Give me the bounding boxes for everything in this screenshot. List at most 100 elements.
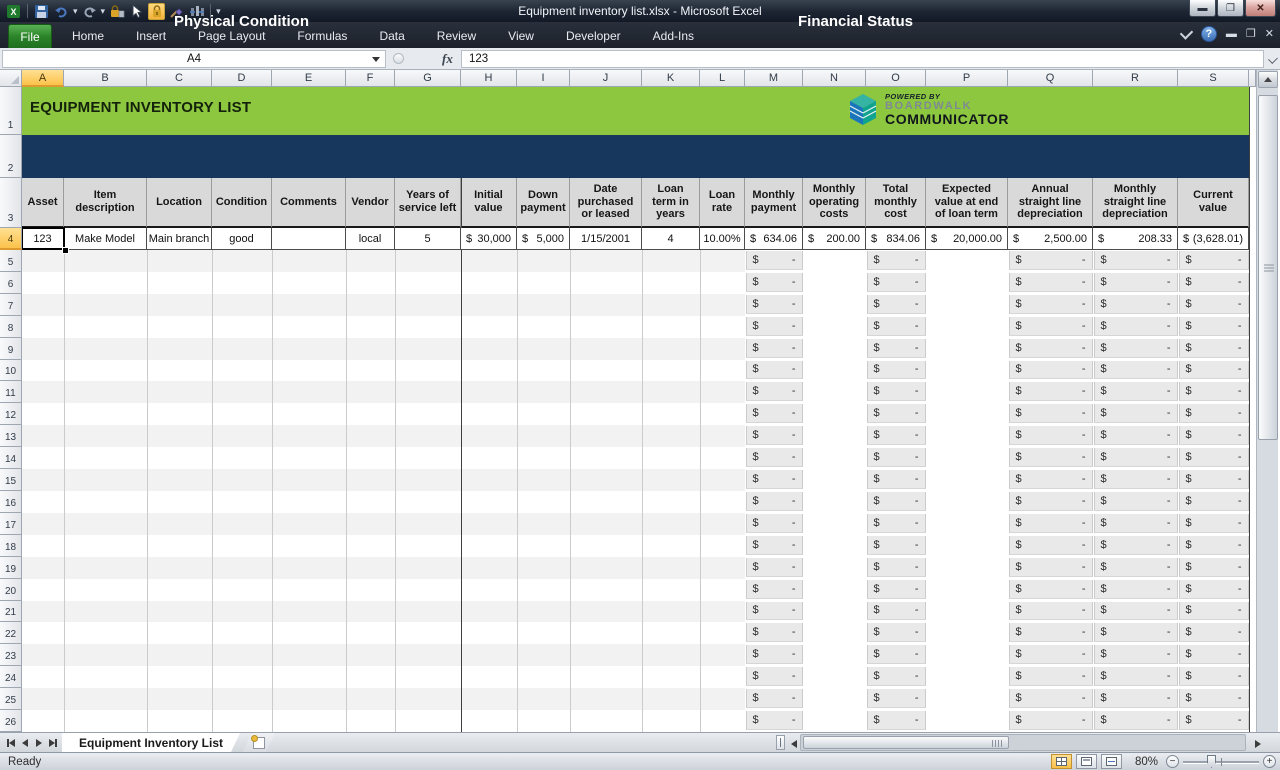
row-header-18[interactable]: 18 [0, 535, 22, 557]
cell-S5[interactable]: $- [1179, 251, 1249, 270]
cell-Q8[interactable]: $- [1009, 317, 1093, 336]
cell-M25[interactable]: $- [746, 689, 803, 708]
cell-S21[interactable]: $- [1179, 602, 1249, 621]
header-cell-H3[interactable]: Initial value [461, 178, 517, 228]
row-header-7[interactable]: 7 [0, 294, 22, 316]
cell-Q6[interactable]: $- [1009, 273, 1093, 292]
cell-M21[interactable]: $- [746, 602, 803, 621]
cell-M11[interactable]: $- [746, 382, 803, 401]
section-physical-condition[interactable]: Physical Condition [22, 0, 461, 43]
cell-Q24[interactable]: $- [1009, 667, 1093, 686]
header-cell-C3[interactable]: Location [147, 178, 212, 228]
cell-R8[interactable]: $- [1094, 317, 1178, 336]
row-header-16[interactable]: 16 [0, 491, 22, 513]
cell-O4[interactable]: $834.06 [866, 228, 926, 250]
row-header-21[interactable]: 21 [0, 601, 22, 623]
column-header-R[interactable]: R [1093, 70, 1178, 87]
cell-R26[interactable]: $- [1094, 711, 1178, 730]
cell-O10[interactable]: $- [867, 361, 926, 380]
section-band[interactable] [22, 135, 1250, 178]
cell-Q17[interactable]: $- [1009, 514, 1093, 533]
header-cell-G3[interactable]: Years of service left [395, 178, 461, 228]
row-header-4[interactable]: 4 [0, 228, 22, 250]
cell-Q16[interactable]: $- [1009, 492, 1093, 511]
cell-O14[interactable]: $- [867, 448, 926, 467]
cell-M13[interactable]: $- [746, 426, 803, 445]
cell-M16[interactable]: $- [746, 492, 803, 511]
cell-M7[interactable]: $- [746, 295, 803, 314]
cell-O20[interactable]: $- [867, 580, 926, 599]
cell-Q14[interactable]: $- [1009, 448, 1093, 467]
cell-O17[interactable]: $- [867, 514, 926, 533]
zoom-slider-thumb[interactable] [1207, 755, 1216, 768]
cell-S16[interactable]: $- [1179, 492, 1249, 511]
column-header-B[interactable]: B [64, 70, 147, 87]
vertical-scrollbar[interactable] [1256, 70, 1278, 752]
cell-R6[interactable]: $- [1094, 273, 1178, 292]
row-header-25[interactable]: 25 [0, 688, 22, 710]
cell-K4[interactable]: 4 [642, 228, 700, 250]
cell-S24[interactable]: $- [1179, 667, 1249, 686]
header-cell-R3[interactable]: Monthly straight line depreciation [1093, 178, 1178, 228]
header-cell-A3[interactable]: Asset [22, 178, 64, 228]
cell-O12[interactable]: $- [867, 404, 926, 423]
cell-M17[interactable]: $- [746, 514, 803, 533]
cell-S19[interactable]: $- [1179, 558, 1249, 577]
cell-O26[interactable]: $- [867, 711, 926, 730]
row-header-6[interactable]: 6 [0, 272, 22, 294]
column-header-D[interactable]: D [212, 70, 272, 87]
cell-O25[interactable]: $- [867, 689, 926, 708]
cell-M26[interactable]: $- [746, 711, 803, 730]
cell-S20[interactable]: $- [1179, 580, 1249, 599]
zoom-out-icon[interactable]: − [1166, 755, 1179, 768]
vertical-scroll-thumb[interactable] [1258, 95, 1278, 440]
row-header-22[interactable]: 22 [0, 622, 22, 644]
cell-S4[interactable]: $(3,628.01) [1178, 228, 1249, 250]
cell-Q21[interactable]: $- [1009, 602, 1093, 621]
cell-M18[interactable]: $- [746, 536, 803, 555]
cell-R17[interactable]: $- [1094, 514, 1178, 533]
header-cell-E3[interactable]: Comments [272, 178, 346, 228]
row-header-23[interactable]: 23 [0, 644, 22, 666]
cell-O6[interactable]: $- [867, 273, 926, 292]
cell-Q26[interactable]: $- [1009, 711, 1093, 730]
cell-Q4[interactable]: $2,500.00 [1008, 228, 1093, 250]
cell-R19[interactable]: $- [1094, 558, 1178, 577]
header-cell-J3[interactable]: Date purchased or leased [570, 178, 642, 228]
cell-Q13[interactable]: $- [1009, 426, 1093, 445]
column-header-K[interactable]: K [642, 70, 700, 87]
cell-O11[interactable]: $- [867, 382, 926, 401]
header-cell-L3[interactable]: Loan rate [700, 178, 745, 228]
row-header-14[interactable]: 14 [0, 447, 22, 469]
cell-S11[interactable]: $- [1179, 382, 1249, 401]
cell-R15[interactable]: $- [1094, 470, 1178, 489]
cell-Q25[interactable]: $- [1009, 689, 1093, 708]
header-cell-Q3[interactable]: Annual straight line depreciation [1008, 178, 1093, 228]
cell-S23[interactable]: $- [1179, 645, 1249, 664]
cell-Q19[interactable]: $- [1009, 558, 1093, 577]
column-header-E[interactable]: E [272, 70, 346, 87]
cell-R11[interactable]: $- [1094, 382, 1178, 401]
cell-M9[interactable]: $- [746, 339, 803, 358]
cell-O19[interactable]: $- [867, 558, 926, 577]
cell-I4[interactable]: $5,000 [517, 228, 570, 250]
cell-D4[interactable]: good [212, 228, 272, 250]
section-financial-status[interactable]: Financial Status [461, 0, 1250, 43]
page-break-view-button[interactable] [1101, 754, 1122, 769]
cell-R20[interactable]: $- [1094, 580, 1178, 599]
cell-Q20[interactable]: $- [1009, 580, 1093, 599]
cell-O7[interactable]: $- [867, 295, 926, 314]
tab-scrollbar-splitter[interactable] [776, 735, 785, 750]
cell-R23[interactable]: $- [1094, 645, 1178, 664]
row-header-26[interactable]: 26 [0, 710, 22, 732]
column-header-C[interactable]: C [147, 70, 212, 87]
cell-N4[interactable]: $200.00 [803, 228, 866, 250]
cell-F4[interactable]: local [346, 228, 395, 250]
first-sheet-icon[interactable] [5, 737, 17, 749]
cell-M15[interactable]: $- [746, 470, 803, 489]
cell-J4[interactable]: 1/15/2001 [570, 228, 642, 250]
cell-M4[interactable]: $634.06 [745, 228, 803, 250]
cell-B4[interactable]: Make Model [64, 228, 147, 250]
cell-O21[interactable]: $- [867, 602, 926, 621]
cell-S26[interactable]: $- [1179, 711, 1249, 730]
